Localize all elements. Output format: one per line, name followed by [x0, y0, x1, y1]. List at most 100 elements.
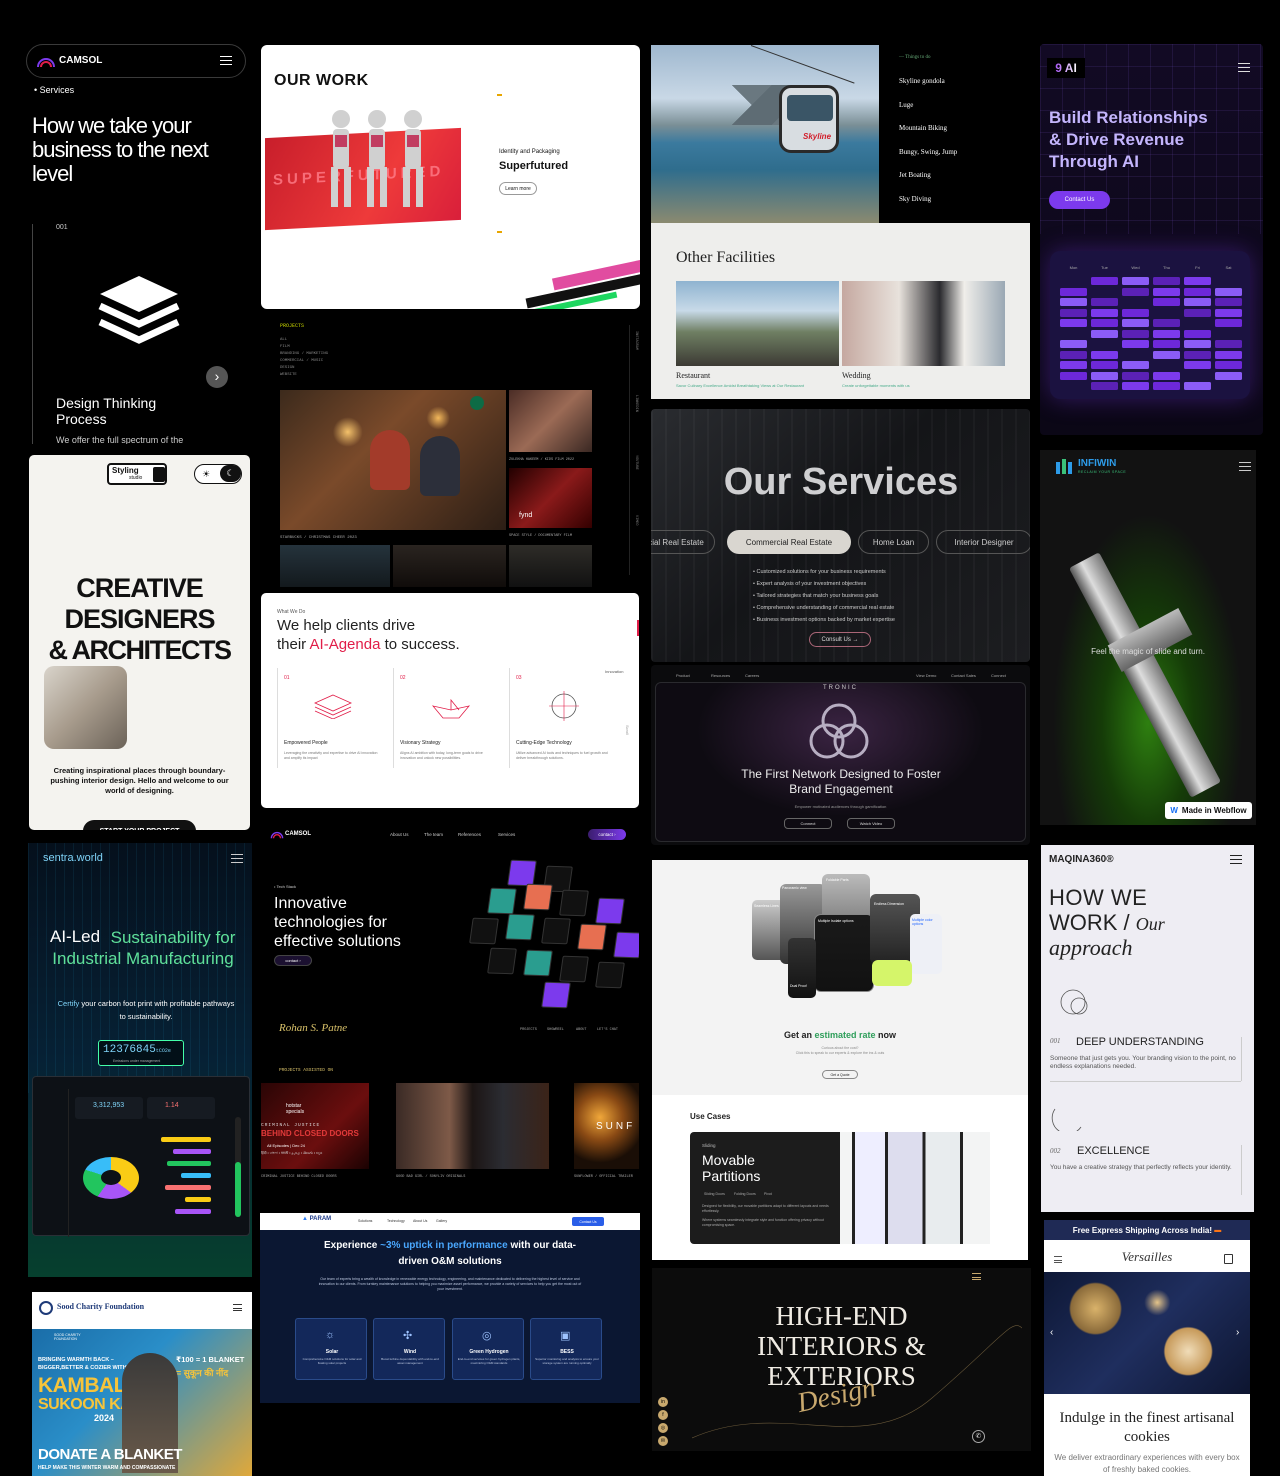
tab-3[interactable]: Interior Designer	[936, 530, 1030, 554]
calendar-event[interactable]	[1215, 371, 1242, 380]
calendar-event[interactable]	[1215, 319, 1242, 327]
calendar-event[interactable]	[1091, 361, 1118, 369]
contact-button[interactable]: contact ›	[588, 829, 626, 840]
calendar-event[interactable]	[1153, 382, 1180, 390]
calendar-event[interactable]	[1153, 298, 1180, 306]
calendar-event[interactable]	[1184, 329, 1211, 338]
nav-resources[interactable]: Resources	[711, 673, 730, 678]
project-thumb-kids[interactable]	[509, 390, 592, 452]
calendar-event[interactable]	[1153, 277, 1180, 285]
calendar-event[interactable]	[1215, 340, 1242, 348]
filter-item[interactable]: FILM	[280, 344, 328, 351]
calendar-event[interactable]	[1122, 340, 1149, 348]
calendar-event[interactable]	[1215, 361, 1242, 369]
email-icon[interactable]: ✉	[658, 1436, 668, 1446]
nav-gallery[interactable]: Gallery	[436, 1219, 447, 1223]
service-card-hydrogen[interactable]: ◎ Green Hydrogen End-to-end services for…	[452, 1318, 524, 1380]
contact-button[interactable]: Contact Us	[572, 1217, 604, 1226]
menu-icon[interactable]	[1239, 462, 1251, 471]
consult-button[interactable]: Consult Us →	[809, 632, 871, 647]
calendar-event[interactable]	[1060, 350, 1087, 359]
calendar-event[interactable]	[1184, 361, 1211, 369]
calendar-event[interactable]	[1184, 277, 1211, 285]
uc-tab-2[interactable]: Pivot	[764, 1192, 772, 1196]
nav-projects[interactable]: PROJECTS	[520, 1028, 537, 1032]
menu-item-4[interactable]: Jet Boating	[899, 171, 931, 179]
calendar-event[interactable]	[1060, 287, 1087, 296]
project-thumb-fynd[interactable]: fynd	[509, 468, 592, 528]
social-rail-linkedin[interactable]: LINKEDIN	[634, 395, 638, 412]
wedding-image[interactable]	[842, 281, 1005, 366]
social-rail-youtube[interactable]: YOUTUBE	[634, 455, 638, 470]
service-card-solar[interactable]: ☼ Solar Comprehensive O&M solutions for …	[295, 1318, 367, 1380]
tab-0[interactable]: cial Real Estate	[651, 530, 715, 554]
calendar-event[interactable]	[1122, 361, 1149, 369]
calendar-event[interactable]	[1060, 371, 1087, 380]
tab-2[interactable]: Home Loan	[858, 530, 929, 554]
tab-1[interactable]: Commercial Real Estate	[727, 530, 851, 554]
start-project-button[interactable]: START YOUR PROJECT	[83, 820, 196, 830]
next-arrow-button[interactable]: ›	[206, 366, 228, 388]
project-card-sunflower[interactable]: SUNF	[574, 1083, 639, 1169]
nav-about[interactable]: ABOUT	[576, 1028, 587, 1032]
logo[interactable]: 9 AI	[1047, 58, 1085, 78]
hero-image[interactable]: ‹ ›	[1044, 1272, 1250, 1394]
calendar-event[interactable]	[1060, 308, 1087, 317]
quote-button[interactable]: Get a Quote	[822, 1070, 858, 1079]
calendar-event[interactable]	[1091, 350, 1118, 359]
param-logo[interactable]: ▲ PARAM	[302, 1216, 331, 1222]
menu-item-0[interactable]: Skyline gondola	[899, 77, 945, 85]
calendar-event[interactable]	[1153, 340, 1180, 348]
calendar-event[interactable]	[1060, 319, 1087, 327]
calendar-event[interactable]	[1060, 340, 1087, 348]
social-rail-vimeo[interactable]: VIMEO	[634, 515, 638, 526]
usecase-card[interactable]: Sliding Movable Partitions Sliding Doors…	[690, 1132, 990, 1244]
sood-brand[interactable]: Sood Charity Foundation	[57, 1302, 144, 1311]
calendar-event[interactable]	[1091, 298, 1118, 306]
calendar-event[interactable]	[1060, 361, 1087, 369]
nav-services[interactable]: • Services	[34, 85, 74, 95]
project-card-criminal[interactable]: hotstar specials CRIMINAL JUSTICE BEHIND…	[261, 1083, 369, 1169]
contact-button[interactable]: Contact Us	[1049, 191, 1110, 209]
camsol-brand[interactable]: CAMSOL	[59, 55, 102, 66]
calendar-event[interactable]	[1122, 277, 1149, 285]
nav-team[interactable]: The team	[424, 832, 443, 837]
interior-thumb[interactable]	[44, 666, 127, 749]
filter-item[interactable]: BRANDING / MARKETING	[280, 351, 328, 358]
project-thumb[interactable]	[393, 545, 506, 587]
sentra-brand[interactable]: sentra.world	[43, 852, 103, 864]
filter-item[interactable]: COMMERCIAL / MUSIC	[280, 358, 328, 365]
project-thumb[interactable]	[280, 545, 390, 587]
calendar-event[interactable]	[1184, 350, 1211, 359]
styling-logo[interactable]: Styling studio	[107, 463, 167, 485]
nav-technology[interactable]: Technology	[387, 1219, 405, 1223]
linkedin-icon[interactable]: in	[658, 1397, 668, 1407]
nav-about[interactable]: About Us	[390, 832, 409, 837]
camsol-brand[interactable]: CAMSOL	[285, 831, 311, 837]
menu-icon[interactable]	[233, 1304, 242, 1311]
calendar-event[interactable]	[1184, 340, 1211, 348]
calendar-event[interactable]	[1153, 350, 1180, 359]
calendar-event[interactable]	[1091, 371, 1118, 380]
calendar-event[interactable]	[1215, 308, 1242, 317]
hero-contact-button[interactable]: contact ›	[274, 955, 312, 966]
restaurant-image[interactable]	[676, 281, 839, 366]
social-rail-instagram[interactable]: INSTAGRAM	[634, 331, 638, 350]
calendar-event[interactable]	[1091, 277, 1118, 285]
menu-icon[interactable]	[1238, 63, 1250, 72]
nav-product[interactable]: Product	[676, 673, 690, 678]
calendar-event[interactable]	[1153, 319, 1180, 327]
nav-references[interactable]: References	[458, 832, 481, 837]
service-card-bess[interactable]: ▣ BESS Superior monitoring and analysis …	[530, 1318, 602, 1380]
calendar-event[interactable]	[1215, 298, 1242, 306]
uc-tab-0[interactable]: Sliding Doors	[704, 1192, 725, 1196]
calendar-event[interactable]	[1184, 298, 1211, 306]
calendar-event[interactable]	[1091, 329, 1118, 338]
rohan-logo[interactable]: Rohan S. Patne	[279, 1022, 347, 1034]
watch-video-button[interactable]: Watch Video	[847, 818, 895, 829]
bag-icon[interactable]	[1224, 1254, 1233, 1264]
theme-toggle[interactable]: ☀ ☾	[194, 464, 242, 484]
nav-careers[interactable]: Careers	[745, 673, 759, 678]
connect-button[interactable]: Connect	[784, 818, 832, 829]
learn-more-button[interactable]: Learn more	[499, 182, 537, 195]
